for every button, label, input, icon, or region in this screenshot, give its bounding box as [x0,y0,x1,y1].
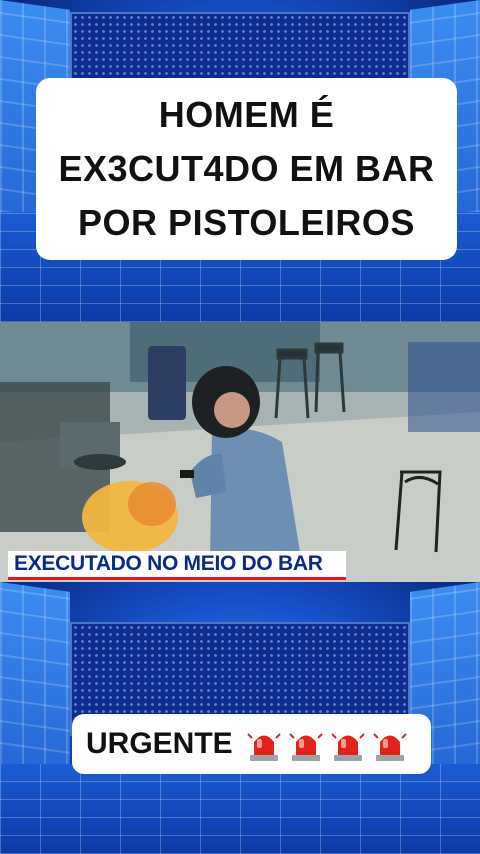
headline-caption: HOMEM É EX3CUT4DO EM BAR POR PISTOLEIROS [36,78,457,260]
police-siren-icon [288,733,323,761]
studio-floor-bottom [0,764,480,854]
headline-line-2: EX3CUT4DO EM BAR [58,148,435,189]
urgent-label: URGENTE [86,727,233,760]
siren-row [246,726,407,762]
police-siren-icon [330,733,365,761]
lower-third-text: EXECUTADO NO MEIO DO BAR [14,552,323,575]
embedded-video [0,322,480,582]
video-frame: HOMEM É EX3CUT4DO EM BAR POR PISTOLEIROS [0,0,480,854]
lower-third-banner: EXECUTADO NO MEIO DO BAR [8,551,346,580]
urgent-caption: URGENTE [72,714,431,774]
headline-line-1: HOMEM É [158,94,335,135]
bar-scene-image [0,322,480,582]
headline-line-3: POR PISTOLEIROS [78,202,415,243]
police-siren-icon [246,733,281,761]
police-siren-icon [372,733,407,761]
